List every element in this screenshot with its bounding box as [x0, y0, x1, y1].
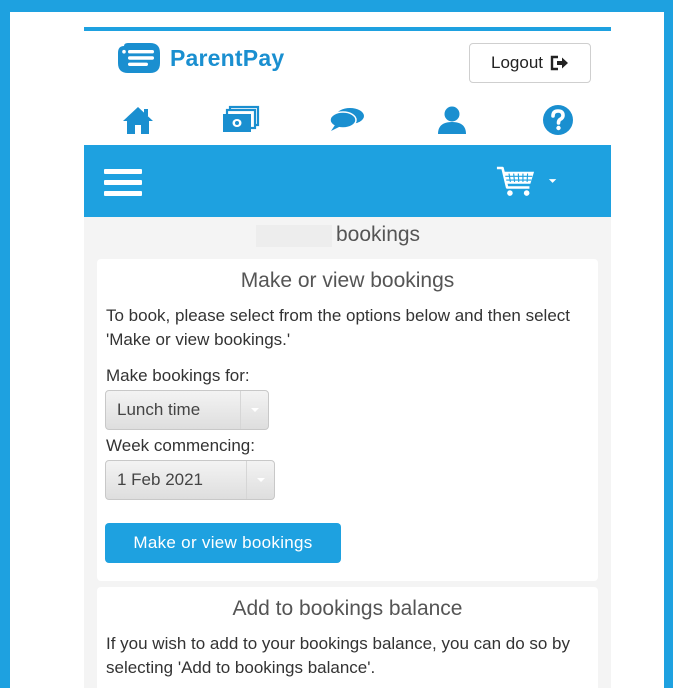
logout-label: Logout [491, 53, 543, 72]
chevron-down-icon [548, 179, 557, 183]
chevron-down-icon [240, 391, 268, 429]
payments-icon[interactable] [221, 103, 261, 137]
cart-icon [496, 166, 535, 196]
week-commencing-label: Week commencing: [106, 436, 255, 455]
parentpay-logo-icon [118, 43, 160, 73]
help-icon[interactable] [538, 103, 578, 137]
logout-icon [550, 55, 568, 71]
bookings-for-select[interactable]: Lunch time [105, 390, 269, 430]
nav-icons [84, 103, 611, 137]
frame-left [0, 0, 10, 688]
bookings-balance-text: If you wish to add to your bookings bala… [106, 634, 571, 677]
bookings-balance-card: Add to bookings balance If you wish to a… [97, 587, 598, 688]
home-icon[interactable] [118, 103, 158, 137]
make-bookings-title: Make or view bookings [240, 269, 455, 292]
messages-icon[interactable] [327, 103, 367, 137]
cart-button[interactable] [496, 163, 558, 199]
week-commencing-value: 1 Feb 2021 [117, 470, 204, 489]
app-screen: ParentPay Logout bookings Make or view b… [84, 27, 611, 688]
page-title: bookings [336, 223, 421, 246]
header: ParentPay Logout [84, 31, 611, 145]
bookings-for-label: Make bookings for: [106, 366, 250, 385]
profile-icon[interactable] [432, 103, 472, 137]
frame-right [664, 0, 673, 688]
make-view-bookings-button[interactable]: Make or view bookings [105, 523, 341, 563]
bookings-for-value: Lunch time [117, 400, 201, 419]
hamburger-icon[interactable] [104, 169, 142, 197]
menu-bar [84, 145, 611, 217]
chevron-down-icon [246, 461, 274, 499]
frame-top [0, 0, 673, 12]
make-bookings-instruction: To book, please select from the options … [106, 306, 571, 349]
brand-name: ParentPay [170, 44, 285, 71]
make-bookings-card: Make or view bookings To book, please se… [97, 259, 598, 581]
week-commencing-select[interactable]: 1 Feb 2021 [105, 460, 275, 500]
logo[interactable]: ParentPay [116, 41, 284, 75]
bookings-balance-title: Add to bookings balance [232, 597, 463, 620]
logout-button[interactable]: Logout [469, 43, 591, 83]
